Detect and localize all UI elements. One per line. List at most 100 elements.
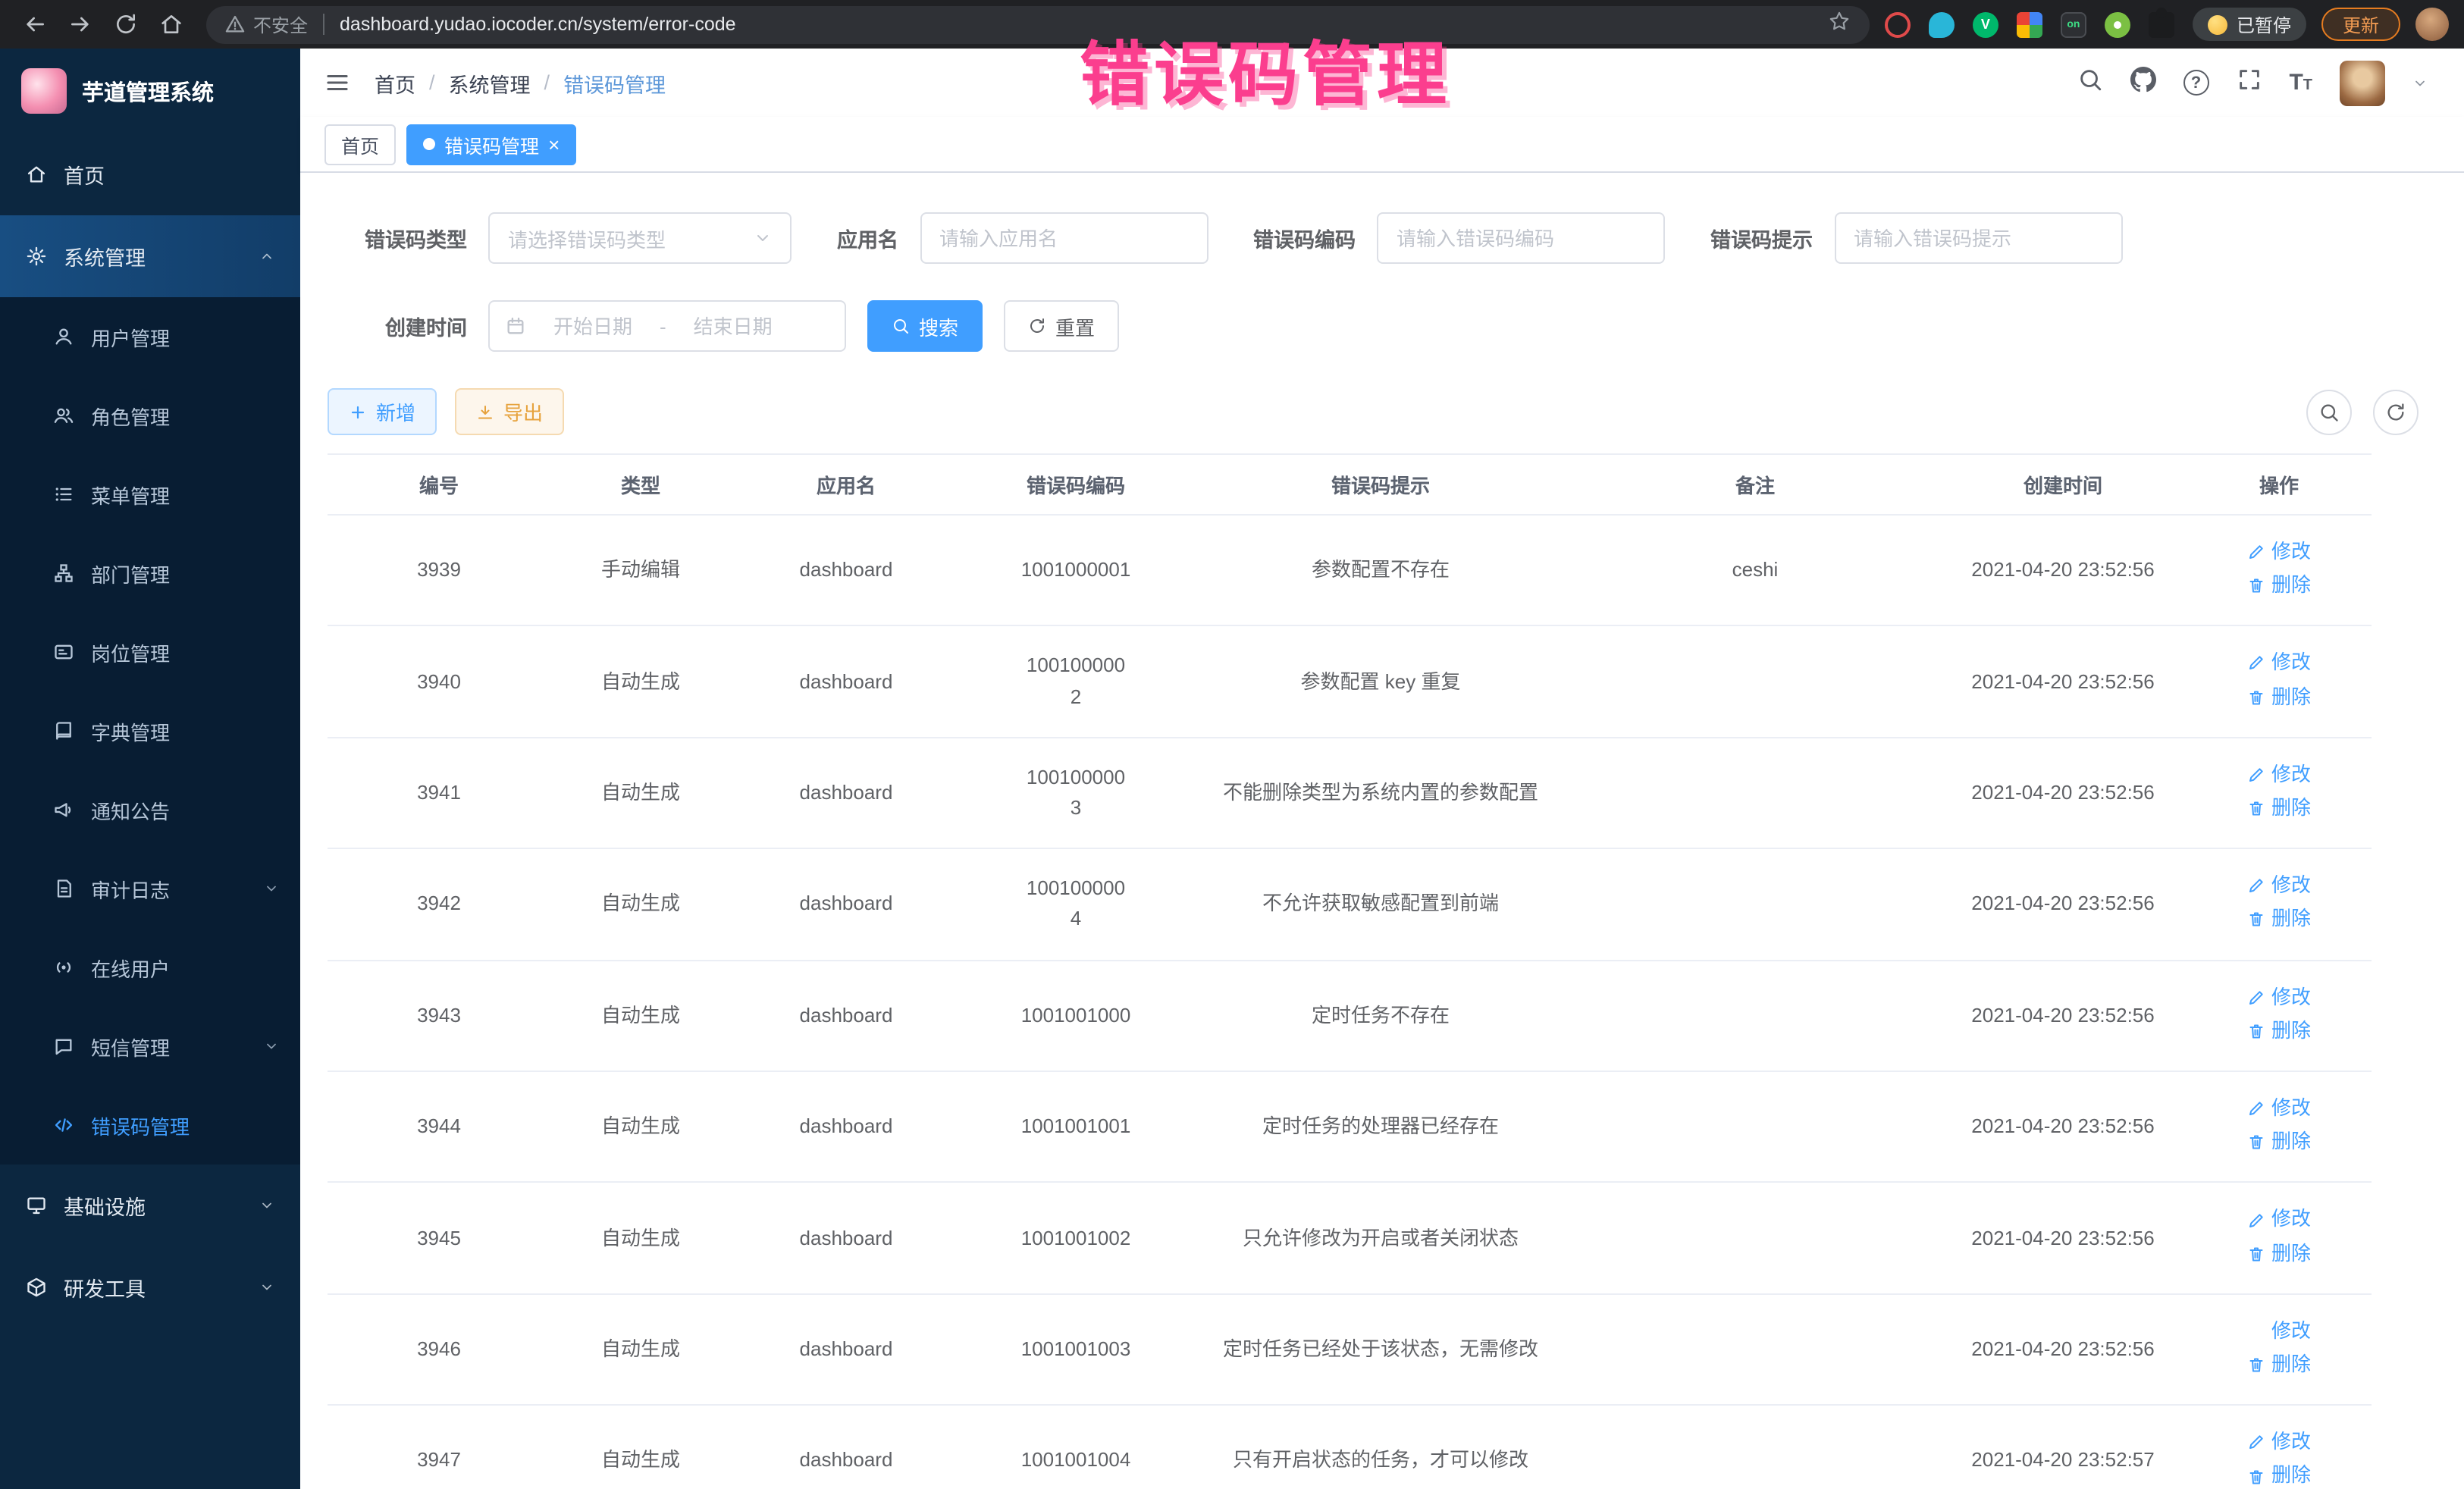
browser-profile-avatar[interactable]	[2415, 8, 2449, 41]
extension-icon-record[interactable]	[1885, 11, 1911, 37]
avatar[interactable]	[2340, 60, 2385, 105]
delete-link[interactable]: 删除	[2247, 1016, 2311, 1046]
delete-link[interactable]: 删除	[2247, 570, 2311, 600]
security-status[interactable]: 不安全	[224, 11, 308, 37]
help-icon[interactable]: ?	[2183, 70, 2209, 96]
delete-link[interactable]: 删除	[2247, 1350, 2311, 1380]
sidebar-item-user-mgmt[interactable]: 用户管理	[0, 297, 300, 376]
tab-error-code-mgmt[interactable]: 错误码管理 ×	[406, 124, 576, 165]
sidebar-toggle-icon[interactable]	[324, 70, 350, 96]
delete-link[interactable]: 删除	[2247, 1127, 2311, 1157]
sidebar-item-notice[interactable]: 通知公告	[0, 770, 300, 849]
extension-icon-drop[interactable]	[1929, 11, 1955, 37]
show-search-button[interactable]	[2306, 389, 2352, 434]
error-code-input[interactable]	[1377, 212, 1665, 264]
extension-icon-v[interactable]: V	[1973, 11, 1998, 37]
paused-badge[interactable]: 已暂停	[2193, 8, 2306, 41]
sidebar-item-home[interactable]: 首页	[0, 133, 300, 215]
browser-update-button[interactable]: 更新	[2321, 8, 2400, 41]
sidebar-item-menu-mgmt[interactable]: 菜单管理	[0, 455, 300, 534]
delete-link[interactable]: 删除	[2247, 793, 2311, 823]
edit-link[interactable]: 修改	[2247, 1316, 2311, 1346]
end-date-input[interactable]	[676, 315, 791, 337]
edit-link[interactable]: 修改	[2247, 1428, 2311, 1458]
extensions-puzzle-icon[interactable]	[2149, 11, 2174, 37]
home-icon[interactable]	[152, 5, 191, 44]
extension-icon-on[interactable]: on	[2061, 11, 2086, 37]
megaphone-icon	[53, 799, 74, 820]
edit-link[interactable]: 修改	[2247, 1093, 2311, 1124]
col-type: 类型	[550, 454, 731, 515]
delete-link[interactable]: 删除	[2247, 904, 2311, 935]
close-icon[interactable]: ×	[548, 134, 560, 154]
extension-icon-green[interactable]	[2105, 11, 2130, 37]
cell-remark	[1571, 738, 1939, 849]
cell-created: 2021-04-20 23:52:56	[1939, 1183, 2187, 1294]
font-size-icon[interactable]: TT	[2289, 71, 2312, 94]
sidebar-item-dev-tools[interactable]: 研发工具	[0, 1246, 300, 1328]
app-logo[interactable]: 芋道管理系统	[0, 49, 300, 133]
error-code-type-select[interactable]: 请选择错误码类型	[488, 212, 792, 264]
tab-home[interactable]: 首页	[324, 124, 396, 165]
edit-link[interactable]: 修改	[2247, 870, 2311, 901]
table-row: 3941 自动生成 dashboard 100100000 3 不能删除类型为系…	[328, 738, 2372, 849]
error-hint-input[interactable]	[1834, 212, 2122, 264]
chevron-down-icon[interactable]	[2412, 75, 2428, 90]
sidebar-item-error-code-mgmt[interactable]: 错误码管理	[0, 1086, 300, 1165]
cell-type: 自动生成	[550, 1071, 731, 1183]
sidebar-item-dict-mgmt[interactable]: 字典管理	[0, 691, 300, 770]
delete-link[interactable]: 删除	[2247, 682, 2311, 712]
table-row: 3945 自动生成 dashboard 1001001002 只允许修改为开启或…	[328, 1183, 2372, 1294]
date-range-picker[interactable]: -	[488, 300, 846, 352]
cell-type: 自动生成	[550, 1183, 731, 1294]
url-text[interactable]: dashboard.yudao.iocoder.cn/system/error-…	[340, 14, 736, 35]
dept-tree-icon	[53, 563, 74, 584]
cell-code: 1001000001	[961, 515, 1190, 626]
system-submenu: 用户管理 角色管理 菜单管理 部门管理 岗位管理	[0, 297, 300, 1165]
sidebar-item-post-mgmt[interactable]: 岗位管理	[0, 613, 300, 691]
menu-list-icon	[53, 484, 74, 505]
calendar-icon	[505, 315, 526, 337]
edit-link[interactable]: 修改	[2247, 760, 2311, 790]
extension-icon-grid[interactable]	[2017, 11, 2042, 37]
chevron-down-icon	[754, 229, 772, 247]
cell-app: dashboard	[731, 1183, 961, 1294]
breadcrumb-system[interactable]: 系统管理	[449, 67, 531, 98]
app-name-input[interactable]	[920, 212, 1208, 264]
trash-icon	[2247, 1022, 2265, 1040]
delete-link[interactable]: 删除	[2247, 1461, 2311, 1489]
github-icon[interactable]	[2130, 66, 2155, 99]
fullscreen-icon[interactable]	[2236, 66, 2262, 99]
reset-button[interactable]: 重置	[1004, 300, 1119, 352]
refresh-table-button[interactable]	[2373, 389, 2419, 434]
add-button[interactable]: 新增	[328, 388, 437, 435]
edit-link[interactable]: 修改	[2247, 537, 2311, 567]
breadcrumb: 首页 / 系统管理 / 错误码管理	[375, 67, 666, 98]
cell-type: 自动生成	[550, 1406, 731, 1489]
delete-link[interactable]: 删除	[2247, 1238, 2311, 1268]
sidebar-item-audit-log[interactable]: 审计日志	[0, 849, 300, 928]
edit-link[interactable]: 修改	[2247, 982, 2311, 1012]
search-button[interactable]: 搜索	[867, 300, 983, 352]
sidebar-item-role-mgmt[interactable]: 角色管理	[0, 376, 300, 455]
edit-link[interactable]: 修改	[2247, 1205, 2311, 1235]
export-button[interactable]: 导出	[455, 388, 564, 435]
breadcrumb-home[interactable]: 首页	[375, 67, 415, 98]
cell-code: 1001001004	[961, 1406, 1190, 1489]
forward-icon[interactable]	[61, 5, 100, 44]
start-date-input[interactable]	[535, 315, 650, 337]
bookmark-star-icon[interactable]	[1827, 8, 1851, 40]
sidebar-item-online-users[interactable]: 在线用户	[0, 928, 300, 1007]
back-icon[interactable]	[15, 5, 55, 44]
search-icon[interactable]	[2077, 66, 2102, 99]
cell-created: 2021-04-20 23:52:57	[1939, 1406, 2187, 1489]
sidebar-item-sms-mgmt[interactable]: 短信管理	[0, 1007, 300, 1086]
edit-link[interactable]: 修改	[2247, 648, 2311, 679]
sidebar-item-dept-mgmt[interactable]: 部门管理	[0, 534, 300, 613]
cell-code: 1001001000	[961, 960, 1190, 1071]
reload-icon[interactable]	[106, 5, 146, 44]
sidebar-item-system-mgmt[interactable]: 系统管理	[0, 215, 300, 297]
sidebar-item-infrastructure[interactable]: 基础设施	[0, 1165, 300, 1246]
search-icon	[2318, 401, 2340, 422]
address-bar[interactable]: 不安全 dashboard.yudao.iocoder.cn/system/er…	[206, 5, 1870, 43]
